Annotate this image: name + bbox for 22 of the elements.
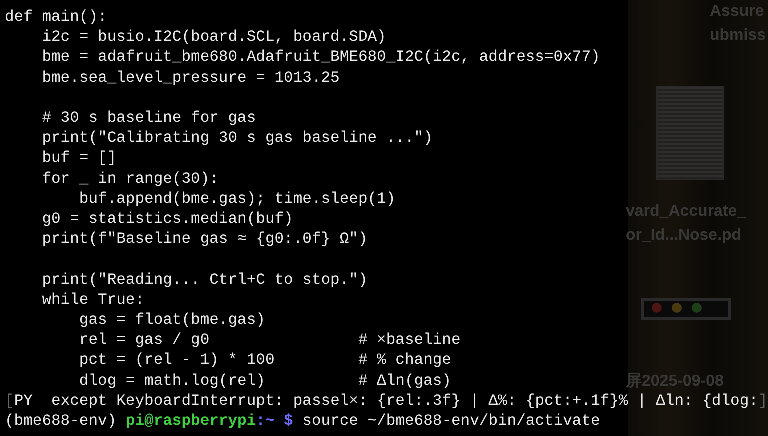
terminal-line: buf.append(bme.gas); time.sleep(1)	[78, 188, 396, 210]
file-name-label[interactable]: vard_Accurate_ or_Id...Nose.pd	[626, 200, 746, 248]
terminal-line: buf = []	[41, 148, 117, 169]
terminal-line: print("Calibrating 30 s gas baseline ...")	[41, 128, 433, 148]
terminal-line: (bme688-env) pi@raspberrypi:~ $ source ~/bme688-env/bin/activate	[5, 411, 600, 432]
terminal-line: # 30 s baseline for gas	[41, 108, 256, 128]
window-thumbnail-icon[interactable]	[641, 298, 731, 320]
terminal-line: def main():	[5, 7, 108, 28]
terminal-line: while True:	[41, 290, 145, 310]
terminal-line: rel = gas / g0 # ×baseline	[78, 330, 461, 350]
terminal-line: bme.sea_level_pressure = 1013.25	[41, 68, 340, 88]
terminal-line: [PY except KeyboardInterrupt: passel×: {rel:.3f} | Δ%: {pct:+.1f}% | Δln: {dlog:]	[5, 390, 768, 412]
terminal-line: i2c = busio.I2C(board.SCL, board.SDA)	[41, 27, 386, 48]
document-thumbnail-icon[interactable]	[656, 86, 724, 180]
terminal-line: bme = adafruit_bme680.Adafruit_BME680_I2C(i2c, address=0x77)	[41, 47, 600, 68]
terminal-line: gas = float(bme.gas)	[78, 310, 266, 330]
terminal-line: for _ in range(30):	[41, 168, 219, 189]
terminal-line: pct = (rel - 1) * 100 # % change	[78, 350, 452, 371]
terminal-line: g0 = statistics.median(buf)	[41, 209, 294, 230]
terminal-line: print(f"Baseline gas ≈ {g0:.0f} Ω")	[41, 229, 368, 250]
terminal-line: print("Reading... Ctrl+C to stop.")	[41, 270, 368, 290]
terminal-line: dlog = math.log(rel) # Δln(gas)	[78, 370, 452, 391]
